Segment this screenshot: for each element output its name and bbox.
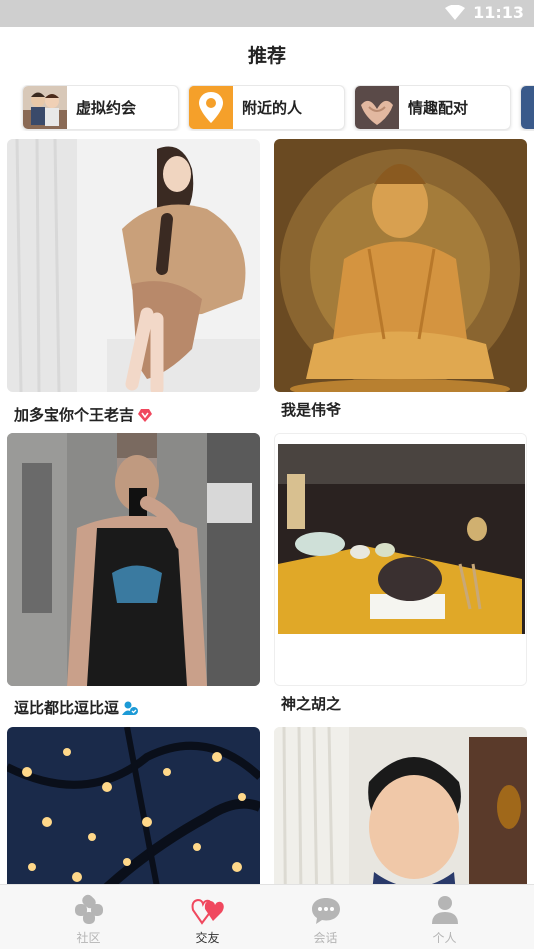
user-name: 我是伟爷 (281, 399, 341, 420)
user-name: 逗比都比逗比逗 (14, 697, 139, 718)
user-photo (7, 727, 260, 884)
vip-heart-badge-icon (138, 408, 153, 422)
verified-user-badge-icon (122, 701, 139, 715)
chat-bubble-icon (311, 898, 340, 924)
romance-thumbnail (355, 86, 399, 129)
virtual-date-thumbnail (23, 86, 67, 129)
tab-label-community: 社区 (76, 931, 101, 945)
user-photo (274, 139, 527, 392)
title-bar: 推荐 (0, 27, 534, 81)
user-name: 神之胡之 (281, 693, 341, 714)
chip-romance-match[interactable]: 情趣配对 (354, 85, 511, 130)
user-card[interactable] (7, 727, 260, 884)
chip-label-romance: 情趣配对 (408, 99, 469, 117)
status-time: 11:13 (473, 3, 524, 22)
hearts-icon (191, 898, 224, 925)
chip-label-virtual-date: 虚拟约会 (76, 99, 137, 117)
location-thumbnail (189, 86, 233, 129)
user-photo (274, 727, 527, 884)
chip-label-nearby: 附近的人 (242, 99, 303, 117)
location-pin-icon (189, 86, 233, 129)
user-card[interactable]: 我是伟爷 (274, 139, 527, 429)
user-name-text: 神之胡之 (281, 695, 342, 713)
user-photo (7, 433, 260, 686)
tab-profile[interactable]: 个人 (378, 885, 511, 950)
tab-label-dating: 交友 (195, 931, 220, 945)
person-icon (431, 896, 458, 924)
user-name-text: 逗比都比逗比逗 (14, 699, 120, 717)
user-card[interactable]: 逗比都比逗比逗 (7, 433, 260, 723)
chip-virtual-date[interactable]: 虚拟约会 (22, 85, 179, 130)
tab-label-profile: 个人 (432, 931, 457, 945)
bottom-tab-bar: 社区 交友 会话 个人 (0, 884, 534, 949)
user-card[interactable]: 加多宝你个王老吉 (7, 139, 260, 429)
user-card[interactable] (274, 727, 527, 884)
user-name: 加多宝你个王老吉 (14, 404, 153, 425)
user-name-text: 我是伟爷 (281, 401, 342, 419)
tab-label-messages: 会话 (313, 931, 338, 945)
tab-messages[interactable]: 会话 (259, 885, 392, 950)
user-name-text: 加多宝你个王老吉 (14, 406, 135, 424)
more-thumbnail (521, 86, 534, 129)
status-bar: 11:13 (0, 0, 534, 27)
tab-community[interactable]: 社区 (22, 885, 155, 950)
user-photo (274, 433, 527, 686)
status-right: 11:13 (445, 3, 524, 22)
user-photo (7, 139, 260, 392)
wifi-icon (445, 4, 466, 20)
user-card[interactable]: 神之胡之 (274, 433, 527, 723)
community-icon (74, 894, 103, 924)
chip-nearby-people[interactable]: 附近的人 (188, 85, 345, 130)
category-chips: 虚拟约会 附近的人 情趣配对 (0, 85, 534, 131)
chip-more[interactable] (520, 85, 534, 130)
page-title: 推荐 (247, 45, 286, 67)
tab-dating[interactable]: 交友 (141, 885, 274, 950)
